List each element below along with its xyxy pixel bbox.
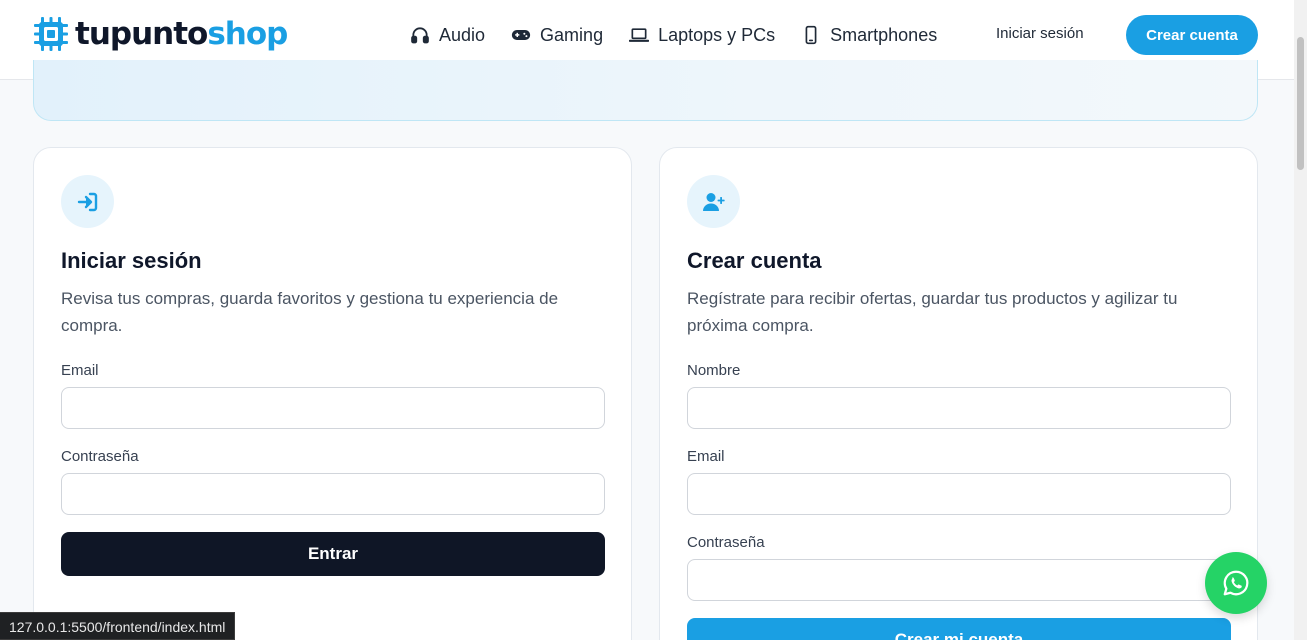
nav-item-label: Audio [439, 24, 486, 45]
login-password-label: Contraseña [61, 448, 139, 465]
register-email-input[interactable] [687, 473, 1231, 515]
login-submit-button[interactable]: Entrar [61, 532, 605, 576]
main-nav: Audio Gaming Laptops y PCs Smartphones [410, 22, 963, 48]
nav-item-laptops[interactable]: Laptops y PCs [629, 25, 775, 46]
nav-item-label: Smartphones [830, 24, 938, 45]
headphones-icon [411, 27, 429, 44]
login-description: Revisa tus compras, guarda favoritos y g… [61, 289, 559, 335]
login-card: Iniciar sesión Revisa tus compras, guard… [33, 147, 632, 640]
user-plus-icon [702, 192, 725, 211]
nav-item-gaming[interactable]: Gaming [511, 25, 603, 46]
sign-in-icon [77, 192, 97, 211]
login-password-input[interactable] [61, 473, 605, 515]
brand-logo[interactable]: tupuntoshop [33, 16, 288, 52]
register-title: Crear cuenta [687, 248, 822, 273]
register-password-input[interactable] [687, 559, 1231, 601]
register-card: Crear cuenta Regístrate para recibir ofe… [659, 147, 1258, 640]
scrollbar-thumb[interactable] [1297, 37, 1304, 170]
login-email-input[interactable] [61, 387, 605, 429]
hero-banner [33, 60, 1258, 121]
chip-icon [34, 17, 68, 51]
brand-name-part1: tupunto [75, 16, 208, 52]
register-submit-button[interactable]: Crear mi cuenta [687, 618, 1231, 640]
register-name-label: Nombre [687, 362, 741, 379]
login-title: Iniciar sesión [61, 248, 202, 273]
login-email-label: Email [61, 362, 99, 379]
brand-name-part2: shop [207, 16, 288, 52]
smartphone-icon [805, 25, 817, 45]
login-card-icon [61, 175, 114, 228]
laptop-icon [629, 28, 650, 42]
register-password-label: Contraseña [687, 534, 765, 551]
nav-item-label: Laptops y PCs [658, 24, 776, 45]
signup-button[interactable]: Crear cuenta [1126, 15, 1258, 55]
whatsapp-icon [1223, 570, 1249, 596]
register-email-label: Email [687, 448, 725, 465]
nav-item-audio[interactable]: Audio [410, 25, 485, 46]
register-description: Regístrate para recibir ofertas, guardar… [687, 289, 1178, 335]
register-card-icon [687, 175, 740, 228]
brand-name: tupuntoshop [75, 16, 288, 52]
register-name-input[interactable] [687, 387, 1231, 429]
login-link[interactable]: Iniciar sesión [996, 25, 1084, 42]
browser-status-url: 127.0.0.1:5500/frontend/index.html [0, 612, 236, 640]
page-scrollbar[interactable] [1294, 0, 1307, 640]
nav-item-label: Gaming [540, 24, 604, 45]
gamepad-icon [511, 30, 531, 40]
nav-item-smartphones[interactable]: Smartphones [801, 25, 937, 46]
whatsapp-button[interactable] [1205, 552, 1267, 614]
